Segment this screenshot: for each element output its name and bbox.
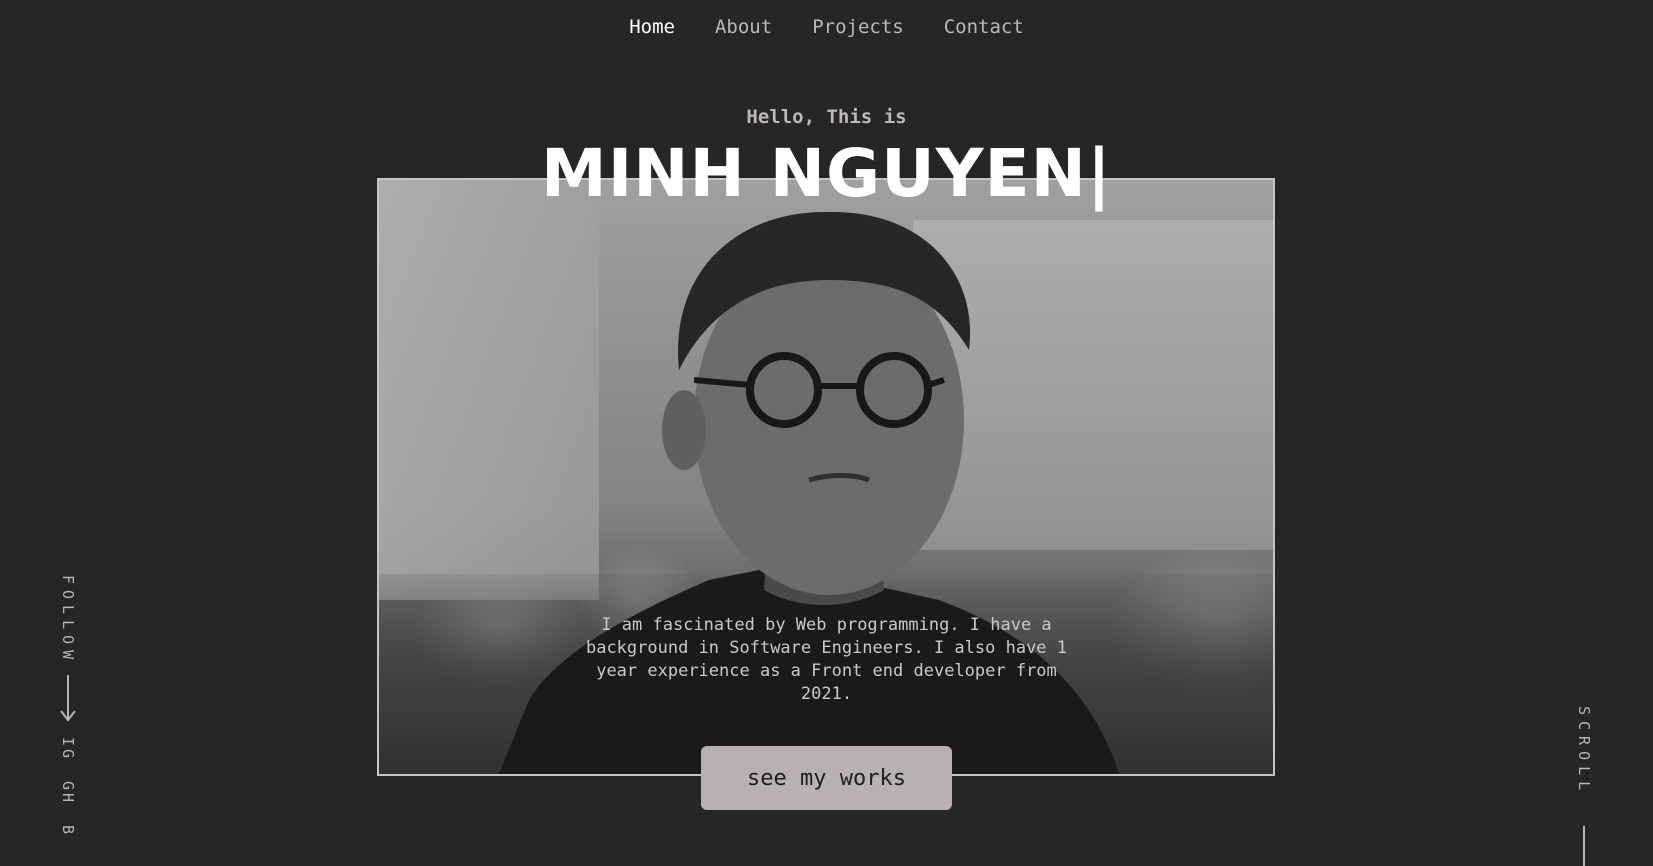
nav-projects[interactable]: Projects <box>812 12 904 42</box>
scroll-indicator: SCROLL <box>1572 706 1596 866</box>
hero-name: MINH NGUYEN| <box>541 135 1112 212</box>
scroll-line <box>1583 826 1585 866</box>
follow-sidebar: FOLLOW IG GH B <box>56 575 80 857</box>
nav-home[interactable]: Home <box>629 12 675 42</box>
social-link-ig[interactable]: IG <box>59 737 77 761</box>
see-my-works-button[interactable]: see my works <box>701 746 952 810</box>
hero-greeting: Hello, This is <box>746 106 907 128</box>
social-link-gh[interactable]: GH <box>59 781 77 805</box>
nav-contact[interactable]: Contact <box>944 12 1024 42</box>
arrow-down-icon <box>60 675 76 722</box>
hero-bio: I am fascinated by Web programming. I ha… <box>585 615 1068 704</box>
scroll-label: SCROLL <box>1575 706 1593 797</box>
nav-about[interactable]: About <box>715 12 772 42</box>
social-link-b[interactable]: B <box>59 825 77 837</box>
follow-label: FOLLOW <box>59 575 77 666</box>
main-nav: Home About Projects Contact <box>0 12 1653 42</box>
